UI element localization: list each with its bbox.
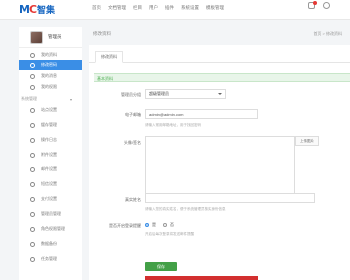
top-menu-item-plugins[interactable]: 插件: [165, 5, 174, 11]
sidebar-item-label: 管理员管理: [41, 211, 61, 216]
upload-button[interactable]: 上传图片: [295, 136, 319, 146]
sidebar-item-log[interactable]: 操作日志: [19, 135, 82, 145]
sidebar-item-sms[interactable]: 短信设置: [19, 179, 82, 189]
top-menu-item-docs[interactable]: 文档管理: [108, 5, 126, 11]
save-button[interactable]: 保存: [145, 262, 177, 271]
alert-bar: [145, 276, 258, 280]
tab-edit-profile[interactable]: 修改资料: [95, 51, 123, 63]
breadcrumb-bar: 修改资料 首页 > 修改资料: [89, 30, 350, 40]
sidebar-item-label: 站点设置: [41, 107, 57, 112]
login-remind-radio-group: 是 否: [145, 222, 178, 228]
name-input[interactable]: [145, 193, 315, 203]
email-hint: 请输入常用邮箱地址，用于找回密码: [145, 123, 201, 127]
sidebar-item-label: 角色权限管理: [41, 226, 65, 231]
task-icon: [30, 256, 35, 262]
sidebar-section-label: 系统管理: [21, 96, 37, 101]
top-menu-item-users[interactable]: 用户: [149, 5, 158, 11]
radio-hint: 开启后每次登录将发送邮件提醒: [145, 232, 194, 236]
user-icon: [30, 52, 35, 58]
group-label: 管理员分组: [121, 92, 141, 97]
avatar-label: 头像/签名: [123, 140, 141, 145]
sidebar-item-label: 修改密码: [41, 62, 57, 67]
sidebar-item-attachment[interactable]: 附件设置: [19, 150, 82, 160]
sidebar-item-label: 操作日志: [41, 137, 57, 142]
sidebar-item-messages[interactable]: 我的消息: [19, 71, 82, 81]
top-navigation-bar: MC 智集 首页 文档管理 栏目 用户 插件 系统设置 模板管理: [0, 0, 350, 20]
lock-icon: [30, 84, 35, 90]
logo-name: 智集: [37, 4, 56, 15]
sidebar-item-label: 附件设置: [41, 152, 57, 157]
sidebar-item-label: 邮件设置: [41, 166, 57, 171]
sidebar-item-label: 短信设置: [41, 181, 57, 186]
sidebar-item-site[interactable]: 站点设置: [19, 105, 82, 115]
top-menu-item-home[interactable]: 首页: [92, 5, 101, 11]
group-select-value: 超级管理员: [149, 91, 169, 96]
avatar[interactable]: [30, 30, 43, 44]
page-title: 修改资料: [93, 31, 111, 36]
sidebar: 管理员 我的资料 修改密码 我的消息 我的权限 系统管理 ▾ 站点设置 缓存管理…: [19, 27, 82, 280]
sidebar-item-payment[interactable]: 支付设置: [19, 194, 82, 204]
message-icon: [30, 73, 35, 79]
radio-no[interactable]: [163, 223, 167, 227]
radio-label: 是否开启登录提醒: [109, 223, 141, 228]
sidebar-item-mail[interactable]: 邮件设置: [19, 164, 82, 174]
role-icon: [30, 226, 35, 232]
group-select[interactable]: 超级管理员: [145, 89, 226, 99]
avatar-textarea[interactable]: [145, 136, 295, 194]
name-label: 真实姓名: [125, 197, 141, 202]
sidebar-item-roles[interactable]: 角色权限管理: [19, 224, 82, 234]
chevron-down-icon: ▾: [69, 96, 72, 102]
radio-no-label: 否: [170, 222, 174, 227]
sidebar-item-profile[interactable]: 我的资料: [19, 50, 82, 60]
section-header: 基本资料: [94, 73, 350, 82]
sidebar-item-admins[interactable]: 管理员管理: [19, 209, 82, 219]
attachment-icon: [30, 152, 35, 158]
radio-yes-label: 是: [152, 222, 156, 227]
sidebar-profile: 管理员: [19, 27, 82, 48]
sidebar-item-label: 我的资料: [41, 52, 57, 57]
name-hint: 请输入您的真实姓名，便于系统管理员核实身份信息: [145, 207, 226, 211]
sidebar-item-cache[interactable]: 缓存管理: [19, 120, 82, 130]
log-icon: [30, 137, 35, 143]
admin-icon: [30, 211, 35, 217]
section-title: 基本资料: [97, 76, 113, 81]
app-logo[interactable]: MC 智集: [19, 2, 56, 16]
sidebar-item-password[interactable]: 修改密码: [19, 60, 82, 70]
email-label: 电子邮箱: [125, 112, 141, 117]
sidebar-item-label: 支付设置: [41, 196, 57, 201]
sms-icon: [30, 181, 35, 187]
top-right-tools: [308, 1, 330, 9]
tab-strip: 修改资料: [89, 45, 350, 63]
top-menu-item-category[interactable]: 栏目: [133, 5, 142, 11]
user-menu-icon[interactable]: [323, 2, 330, 9]
backup-icon: [30, 241, 35, 247]
top-menu-item-templates[interactable]: 模板管理: [206, 5, 224, 11]
top-menu-item-settings[interactable]: 系统设置: [181, 5, 199, 11]
sidebar-item-tasks[interactable]: 任务管理: [19, 254, 82, 264]
sidebar-item-permissions[interactable]: 我的权限: [19, 82, 82, 92]
radio-yes[interactable]: [145, 223, 149, 227]
notification-icon[interactable]: [308, 1, 317, 9]
sidebar-item-backup[interactable]: 数据备份: [19, 239, 82, 249]
email-input[interactable]: admin@admin.com: [145, 109, 258, 119]
sidebar-item-label: 缓存管理: [41, 122, 57, 127]
sidebar-section-header[interactable]: 系统管理 ▾: [19, 95, 82, 103]
profile-name: 管理员: [48, 34, 62, 39]
mail-icon: [30, 166, 35, 172]
top-menu: 首页 文档管理 栏目 用户 插件 系统设置 模板管理: [92, 5, 224, 11]
settings-icon: [30, 107, 35, 113]
cache-icon: [30, 122, 35, 128]
breadcrumb[interactable]: 首页 > 修改资料: [313, 31, 342, 37]
key-icon: [30, 62, 35, 68]
sidebar-item-label: 任务管理: [41, 256, 57, 261]
payment-icon: [30, 196, 35, 202]
sidebar-item-label: 数据备份: [41, 241, 57, 246]
logo-mark: MC: [19, 2, 37, 16]
main-panel: 修改资料 基本资料 管理员分组 超级管理员 电子邮箱 admin@admin.c…: [89, 45, 350, 280]
sidebar-item-label: 我的消息: [41, 73, 57, 78]
email-value: admin@admin.com: [149, 111, 184, 117]
chevron-down-icon: [218, 93, 222, 95]
sidebar-item-label: 我的权限: [41, 84, 57, 89]
